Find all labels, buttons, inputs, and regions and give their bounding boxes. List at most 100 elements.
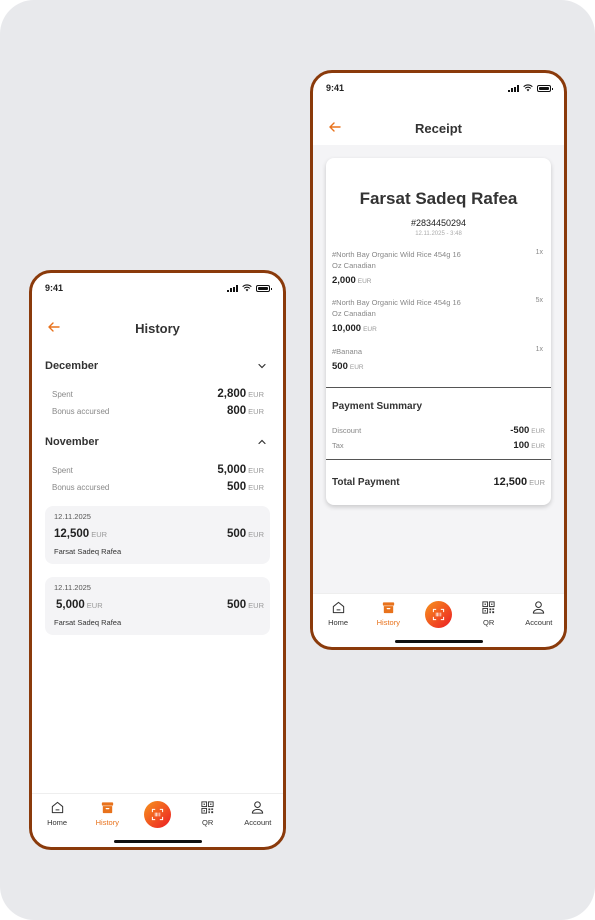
customer-name: Farsat Sadeq Rafea	[359, 189, 518, 208]
scan-icon	[432, 608, 445, 621]
status-bar: 9:41	[32, 273, 283, 303]
home-indicator	[113, 840, 202, 843]
signal-icon	[227, 284, 238, 292]
bonus-label: Bonus accursed	[52, 407, 110, 416]
receipt-card: Farsat Sadeq Rafea #2834450294 12.11.202…	[326, 158, 551, 505]
wifi-icon	[523, 84, 533, 92]
nav-label: History	[376, 618, 400, 627]
nav-qr[interactable]: QR	[185, 800, 231, 827]
nav-account[interactable]: Account	[516, 600, 562, 627]
item-name: #North Bay Organic Wild Rice 454g 16 Oz …	[332, 250, 461, 270]
user-icon	[533, 601, 545, 614]
transaction-card[interactable]: 12.11.2025 12,500 EUR 500 EUR Farsat Sadeq…	[45, 506, 270, 564]
status-time: 9:41	[326, 83, 345, 93]
home-icon	[332, 601, 344, 614]
nav-history[interactable]: History	[365, 600, 411, 627]
tax-label: Tax	[332, 441, 344, 450]
item-qty: 1x	[535, 249, 543, 256]
receipt-datetime: 12.11.2025 - 3:48	[415, 231, 462, 237]
currency: EUR	[248, 601, 264, 610]
back-arrow-icon[interactable]	[46, 319, 62, 335]
discount-label: Discount	[332, 426, 362, 435]
user-icon	[252, 801, 264, 814]
transaction-bonus: 500	[226, 599, 247, 611]
nav-label: Home	[328, 618, 349, 627]
currency: EUR	[248, 530, 264, 539]
total-row: Total Payment 12,500 EUR	[332, 472, 545, 490]
nav-history[interactable]: History	[84, 800, 130, 827]
item-price: 500	[332, 361, 348, 372]
spent-value: 5,000	[217, 464, 247, 476]
bottom-nav: Home History QR Account	[313, 593, 564, 637]
currency: EUR	[529, 478, 545, 487]
nav-scan[interactable]	[415, 600, 461, 628]
scan-button[interactable]	[424, 601, 452, 628]
nav-scan[interactable]	[134, 800, 180, 828]
home-icon	[51, 801, 63, 814]
bonus-label: Bonus accursed	[52, 483, 110, 492]
divider	[326, 459, 551, 460]
item-name: #Banana	[332, 347, 363, 356]
battery-icon	[256, 284, 272, 292]
nav-qr[interactable]: QR	[466, 600, 512, 627]
bonus-row: Bonus accursed 800 EUR	[52, 401, 264, 419]
nav-label: QR	[483, 618, 495, 627]
back-arrow-icon[interactable]	[327, 119, 343, 135]
currency: EUR	[531, 428, 545, 435]
total-label: Total Payment	[332, 477, 400, 488]
receipt-item: #Banana 1x 500 EUR	[332, 346, 545, 372]
total-value: 12,500	[493, 476, 528, 488]
tax-row: Tax 100 EUR	[332, 435, 545, 453]
receipt-item: #North Bay Organic Wild Rice 454g 16 Oz …	[332, 249, 545, 286]
transaction-date: 12.11.2025	[54, 512, 91, 521]
page-title: Receipt	[415, 120, 462, 136]
nav-label: Account	[525, 618, 553, 627]
spent-label: Spent	[52, 390, 73, 399]
spent-row: Spent 5,000 EUR	[52, 460, 264, 478]
month-header-november[interactable]: November	[45, 436, 267, 448]
bonus-row: Bonus accursed 500 EUR	[52, 477, 264, 495]
month-name: December	[45, 360, 99, 372]
bottom-nav: Home History QR Account	[32, 793, 283, 837]
chevron-down-icon[interactable]	[257, 361, 267, 371]
month-header-december[interactable]: December	[45, 360, 267, 372]
item-name: #North Bay Organic Wild Rice 454g 16 Oz …	[332, 298, 461, 318]
chevron-up-icon[interactable]	[257, 437, 267, 447]
scan-button[interactable]	[143, 801, 171, 828]
receipt-header: Receipt	[313, 116, 564, 140]
transaction-card[interactable]: 12.11.2025 5,000 EUR 500 EUR Farsat Sadeq …	[45, 577, 270, 635]
item-price: 10,000	[332, 323, 362, 334]
qr-icon	[201, 801, 214, 814]
spent-value: 2,800	[217, 388, 247, 400]
payment-summary-title: Payment Summary	[332, 401, 423, 412]
currency: EUR	[86, 601, 103, 610]
nav-home[interactable]: Home	[34, 800, 80, 827]
currency: EUR	[248, 390, 264, 399]
history-header: History	[32, 316, 283, 340]
nav-account[interactable]: Account	[235, 800, 281, 827]
currency: EUR	[531, 443, 545, 450]
nav-home[interactable]: Home	[315, 600, 361, 627]
archive-icon	[101, 802, 113, 814]
page-title: History	[135, 320, 180, 336]
nav-label: Home	[47, 818, 68, 827]
receipt-id: #2834450294	[410, 218, 467, 228]
receipt-item: #North Bay Organic Wild Rice 454g 16 Oz …	[332, 297, 545, 334]
transaction-date: 12.11.2025	[54, 583, 91, 592]
bonus-value: 500	[226, 481, 247, 493]
bonus-value: 800	[226, 405, 247, 417]
canvas-background: 9:41 History December Spent 2,800 EUR Bon…	[0, 0, 595, 920]
spent-label: Spent	[52, 466, 73, 475]
transaction-name: Farsat Sadeq Rafea	[54, 618, 122, 627]
status-time: 9:41	[45, 283, 64, 293]
signal-icon	[508, 84, 519, 92]
currency: EUR	[357, 278, 372, 285]
status-bar: 9:41	[313, 73, 564, 103]
tax-value: 100	[513, 440, 530, 451]
currency: EUR	[349, 364, 364, 371]
nav-label: Account	[244, 818, 272, 827]
spent-row: Spent 2,800 EUR	[52, 384, 264, 402]
scan-icon	[151, 808, 164, 821]
currency: EUR	[248, 407, 264, 416]
receipt-phone: 9:41 Receipt Farsat Sadeq Rafea #2834450…	[310, 70, 567, 650]
